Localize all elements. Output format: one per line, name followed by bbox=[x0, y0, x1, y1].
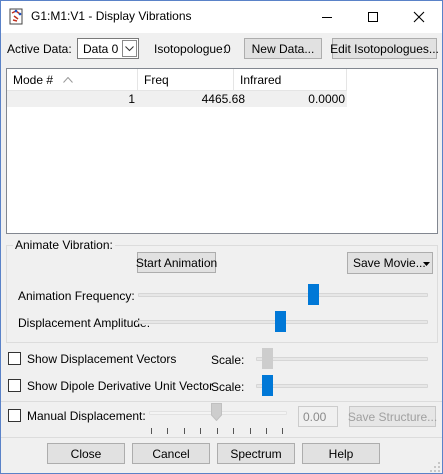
tick-mark bbox=[151, 428, 152, 434]
manual-displacement-value-field[interactable]: 0.00 bbox=[298, 406, 338, 427]
column-header-mode[interactable]: Mode # bbox=[7, 69, 138, 91]
displacement-scale-track[interactable] bbox=[256, 357, 428, 361]
displacement-amplitude-slider[interactable] bbox=[274, 311, 286, 332]
title-bar[interactable]: G1:M1:V1 - Display Vibrations bbox=[1, 1, 442, 33]
displacement-scale-label: Scale: bbox=[211, 353, 245, 367]
divider bbox=[1, 401, 442, 402]
save-movie-button[interactable]: Save Movie... bbox=[347, 252, 433, 274]
dipole-scale-label: Scale: bbox=[211, 380, 245, 394]
tick-mark bbox=[200, 428, 201, 434]
manual-displacement-slider[interactable] bbox=[211, 403, 222, 421]
column-header-mode-label: Mode # bbox=[13, 72, 54, 87]
show-dipole-vector-label: Show Dipole Derivative Unit Vector bbox=[27, 379, 214, 393]
column-header-infrared-label: Infrared bbox=[240, 72, 282, 87]
cancel-button[interactable]: Cancel bbox=[132, 443, 210, 464]
close-icon bbox=[413, 11, 425, 22]
manual-displacement-checkbox[interactable] bbox=[8, 409, 21, 422]
tick-mark bbox=[282, 428, 283, 434]
minimize-icon bbox=[322, 16, 332, 18]
dipole-scale-track[interactable] bbox=[256, 384, 428, 388]
start-animation-button[interactable]: Start Animation bbox=[136, 252, 217, 273]
show-displacement-vectors-label: Show Displacement Vectors bbox=[27, 352, 177, 366]
maximize-icon bbox=[368, 11, 378, 22]
sort-ascending-icon bbox=[63, 76, 73, 83]
gaussview-icon bbox=[9, 8, 23, 25]
window-title: G1:M1:V1 - Display Vibrations bbox=[31, 9, 192, 23]
display-vibrations-window: G1:M1:V1 - Display Vibrations Active Dat… bbox=[0, 0, 443, 474]
new-data-button[interactable]: New Data... bbox=[244, 38, 322, 59]
tick-mark bbox=[266, 428, 267, 434]
isotopologue-label: Isotopologue: bbox=[154, 42, 227, 56]
divider bbox=[1, 437, 442, 438]
chevron-down-icon bbox=[125, 45, 134, 51]
freq-cell: 4465.68 bbox=[201, 92, 245, 106]
mode-cell: 1 bbox=[128, 92, 135, 106]
manual-displacement-label: Manual Displacement: bbox=[27, 409, 146, 423]
show-displacement-vectors-checkbox[interactable] bbox=[8, 352, 21, 365]
active-data-dropdown[interactable] bbox=[122, 40, 137, 57]
animation-frequency-track[interactable] bbox=[138, 293, 428, 297]
save-structure-button[interactable]: Save Structure... bbox=[348, 406, 437, 427]
maximize-button[interactable] bbox=[350, 1, 396, 32]
help-button[interactable]: Help bbox=[302, 443, 380, 464]
displacement-amplitude-label: Displacement Amplitude: bbox=[18, 316, 151, 330]
close-button[interactable]: Close bbox=[47, 443, 125, 464]
dropdown-arrow-icon bbox=[423, 262, 430, 266]
active-data-value: Data 0 bbox=[83, 42, 119, 56]
close-window-button[interactable] bbox=[396, 1, 442, 32]
column-header-infrared[interactable]: Infrared bbox=[234, 69, 347, 91]
manual-displacement-ticks bbox=[151, 428, 283, 434]
isotopologue-value: 0 bbox=[224, 42, 231, 56]
vibration-modes-table[interactable]: Mode # Freq Infrared 1 4465.68 0.0000 bbox=[6, 68, 438, 234]
animation-frequency-label: Animation Frequency: bbox=[18, 289, 135, 303]
infrared-cell: 0.0000 bbox=[308, 92, 345, 106]
dipole-scale-slider[interactable] bbox=[262, 375, 274, 396]
tick-mark bbox=[217, 428, 218, 434]
show-dipole-vector-checkbox[interactable] bbox=[8, 379, 21, 392]
tick-mark bbox=[233, 428, 234, 434]
edit-isotopologues-button[interactable]: Edit Isotopologues... bbox=[330, 38, 439, 59]
animate-vibration-label: Animate Vibration: bbox=[13, 238, 115, 252]
active-data-label: Active Data: bbox=[7, 42, 72, 56]
displacement-scale-slider[interactable] bbox=[262, 348, 274, 369]
spectrum-button[interactable]: Spectrum bbox=[217, 443, 295, 464]
column-header-freq[interactable]: Freq bbox=[138, 69, 234, 91]
resize-grip-icon[interactable] bbox=[429, 461, 441, 473]
table-row[interactable]: 1 4465.68 0.0000 bbox=[7, 91, 347, 107]
column-header-freq-label: Freq bbox=[144, 72, 169, 87]
tick-mark bbox=[250, 428, 251, 434]
tick-mark bbox=[184, 428, 185, 434]
animation-frequency-slider[interactable] bbox=[308, 284, 320, 305]
save-movie-label: Save Movie... bbox=[353, 256, 426, 270]
active-data-select[interactable]: Data 0 bbox=[77, 38, 139, 59]
minimize-button[interactable] bbox=[304, 1, 350, 32]
tick-mark bbox=[167, 428, 168, 434]
